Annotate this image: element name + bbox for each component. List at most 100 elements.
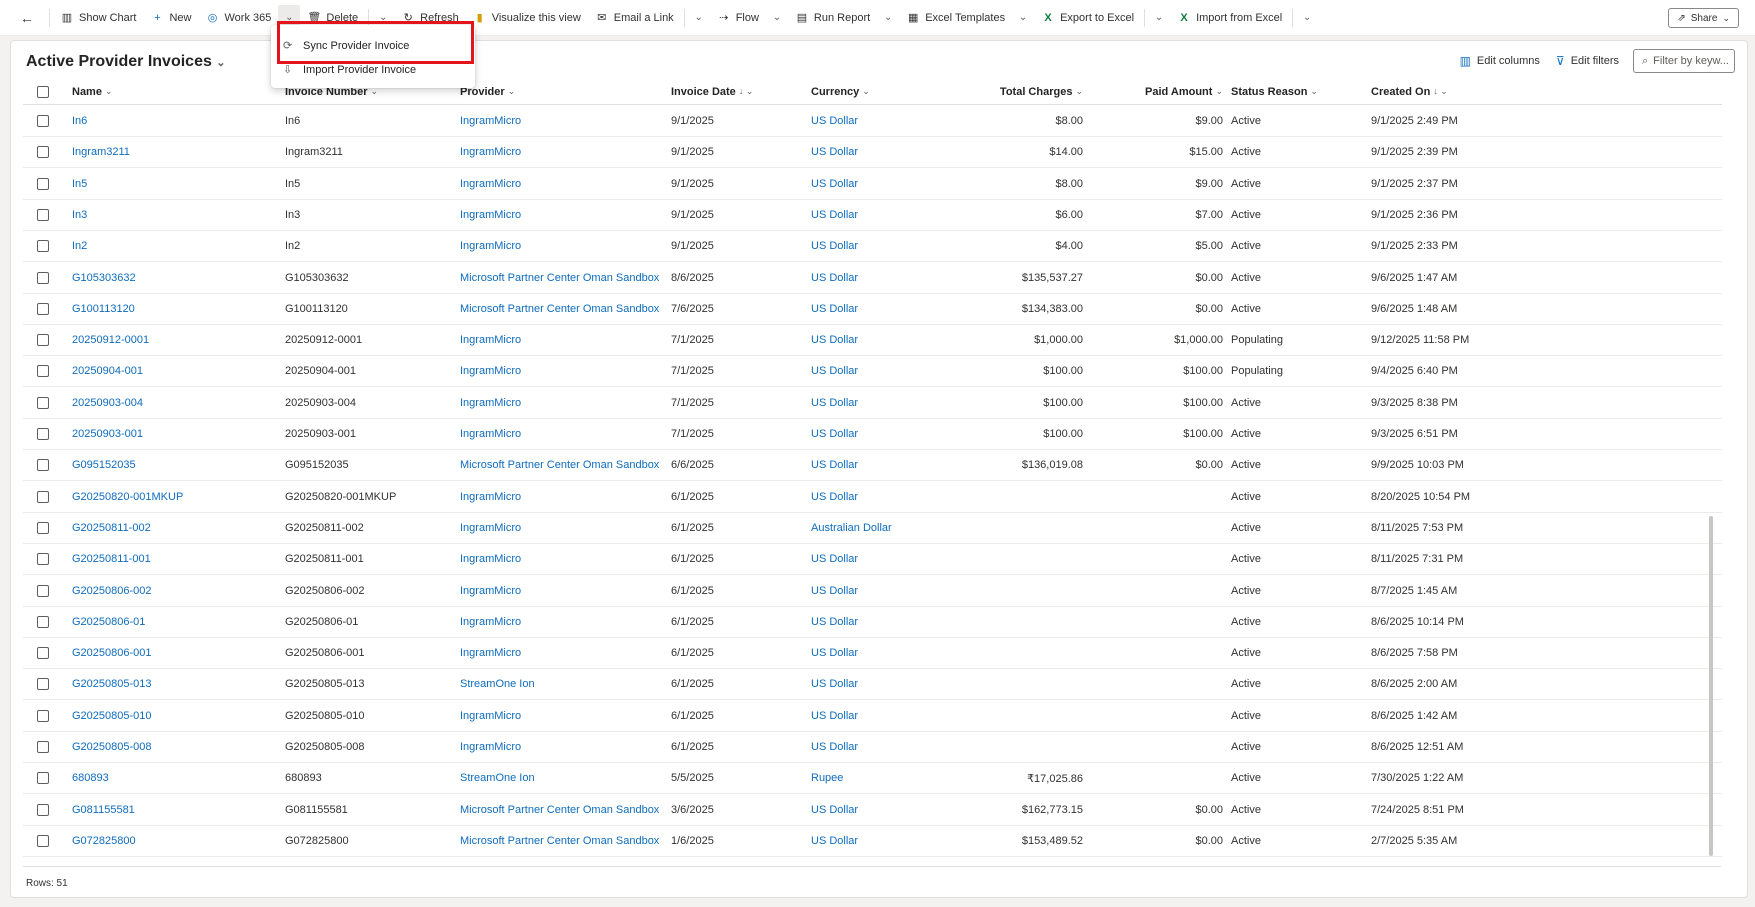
table-row[interactable]: G095152035 G095152035 Microsoft Partner Ce… (23, 450, 1722, 482)
row-checkbox[interactable] (37, 834, 49, 847)
row-checkbox[interactable] (37, 678, 49, 691)
table-row[interactable]: 20250904-001 20250904-001 IngramMicro 7/1/2… (23, 356, 1722, 388)
run-report-button[interactable]: ▤ Run Report (788, 4, 877, 32)
name-cell[interactable]: 20250903-004 (72, 388, 143, 418)
table-row[interactable]: G20250805-010 G20250805-010 IngramMicro 6/1… (23, 701, 1722, 732)
row-checkbox[interactable] (37, 146, 49, 159)
table-row[interactable]: G20250806-002 G20250806-002 IngramMicro 6/1… (23, 576, 1722, 607)
table-row[interactable]: 20250903-001 20250903-001 IngramMicro 7/1/2… (23, 419, 1722, 450)
row-checkbox[interactable] (37, 647, 49, 660)
provider-cell[interactable]: IngramMicro (460, 701, 521, 731)
currency-cell[interactable]: US Dollar (811, 137, 858, 167)
name-cell[interactable]: G20250806-001 (72, 638, 152, 668)
provider-cell[interactable]: IngramMicro (460, 544, 521, 574)
currency-cell[interactable]: US Dollar (811, 419, 858, 449)
email-link-button[interactable]: ✉ Email a Link (588, 4, 681, 32)
provider-cell[interactable]: StreamOne Ion (460, 669, 535, 699)
back-arrow-icon[interactable]: ← (20, 10, 40, 26)
name-cell[interactable]: G20250820-001MKUP (72, 482, 183, 512)
column-header-created-on[interactable]: Created On ↓ ⌄ (1371, 79, 1448, 104)
more-commands-chevron-down-icon[interactable]: ⌄ (1296, 12, 1318, 23)
currency-cell[interactable]: US Dollar (811, 450, 858, 480)
name-cell[interactable]: In2 (72, 231, 87, 261)
row-checkbox[interactable] (37, 365, 49, 378)
name-cell[interactable]: G105303632 (72, 263, 136, 293)
column-header-status-reason[interactable]: Status Reason ⌄ (1231, 79, 1318, 104)
excel-templates-chevron-down-icon[interactable]: ⌄ (1012, 12, 1034, 23)
name-cell[interactable]: G072825800 (72, 826, 136, 856)
name-cell[interactable]: G20250811-002 (72, 513, 151, 543)
table-row[interactable]: 20250903-004 20250903-004 IngramMicro 7/1/2… (23, 388, 1722, 419)
row-checkbox[interactable] (37, 271, 49, 284)
provider-cell[interactable]: IngramMicro (460, 482, 521, 512)
table-row[interactable]: G20250806-001 G20250806-001 IngramMicro 6/1… (23, 638, 1722, 670)
table-row[interactable]: G100113120 G100113120 Microsoft Partner Ce… (23, 294, 1722, 325)
name-cell[interactable]: G20250805-010 (72, 701, 152, 731)
name-cell[interactable]: G20250811-001 (72, 544, 151, 574)
name-cell[interactable]: In6 (72, 106, 87, 136)
name-cell[interactable]: 20250904-001 (72, 356, 143, 386)
row-checkbox[interactable] (37, 240, 49, 253)
provider-cell[interactable]: Microsoft Partner Center Oman Sandbox (460, 263, 659, 293)
provider-cell[interactable]: IngramMicro (460, 200, 521, 230)
new-button[interactable]: + New (143, 4, 198, 32)
table-row[interactable]: G20250811-002 G20250811-002 IngramMicro 6/1… (23, 513, 1722, 544)
currency-cell[interactable]: US Dollar (811, 325, 858, 355)
currency-cell[interactable]: US Dollar (811, 388, 858, 418)
currency-cell[interactable]: US Dollar (811, 544, 858, 574)
currency-cell[interactable]: US Dollar (811, 356, 858, 386)
row-checkbox[interactable] (37, 208, 49, 221)
export-chevron-down-icon[interactable]: ⌄ (1148, 12, 1170, 23)
flow-chevron-down-icon[interactable]: ⌄ (766, 12, 788, 23)
work365-button[interactable]: ◎ Work 365 (199, 4, 279, 32)
currency-cell[interactable]: US Dollar (811, 607, 858, 637)
provider-cell[interactable]: IngramMicro (460, 325, 521, 355)
show-chart-button[interactable]: ▥ Show Chart (53, 4, 143, 32)
currency-cell[interactable]: US Dollar (811, 200, 858, 230)
currency-cell[interactable]: Rupee (811, 763, 843, 793)
visualize-view-button[interactable]: ▮ Visualize this view (466, 4, 588, 32)
provider-cell[interactable]: IngramMicro (460, 513, 521, 543)
column-header-name[interactable]: Name ⌄ (72, 79, 113, 104)
row-checkbox[interactable] (37, 177, 49, 190)
name-cell[interactable]: G20250806-01 (72, 607, 145, 637)
table-row[interactable]: 680893 680893 StreamOne Ion 5/5/2025 Rupee ₹1… (23, 763, 1722, 795)
provider-cell[interactable]: Microsoft Partner Center Oman Sandbox (460, 795, 659, 825)
row-checkbox[interactable] (37, 615, 49, 628)
provider-cell[interactable]: IngramMicro (460, 638, 521, 668)
name-cell[interactable]: 680893 (72, 763, 109, 793)
name-cell[interactable]: G20250805-013 (72, 669, 152, 699)
row-checkbox[interactable] (37, 115, 49, 127)
edit-filters-button[interactable]: ⊽ Edit filters (1556, 54, 1619, 68)
table-row[interactable]: In2 In2 IngramMicro 9/1/2025 US Dollar $4.00 $… (23, 231, 1722, 263)
column-header-paid-amount[interactable]: Paid Amount ⌄ (1093, 79, 1223, 104)
name-cell[interactable]: G20250806-002 (72, 576, 152, 606)
currency-cell[interactable]: US Dollar (811, 169, 858, 199)
table-row[interactable]: Ingram3211 Ingram3211 IngramMicro 9/1/2025 U… (23, 137, 1722, 169)
name-cell[interactable]: In3 (72, 200, 87, 230)
run-report-chevron-down-icon[interactable]: ⌄ (877, 12, 899, 23)
table-row[interactable]: G20250806-01 G20250806-01 IngramMicro 6/1/2… (23, 607, 1722, 638)
row-checkbox[interactable] (37, 741, 49, 753)
table-row[interactable]: G072825800 G072825800 Microsoft Partner Ce… (23, 826, 1722, 857)
table-row[interactable]: G105303632 G105303632 Microsoft Partner Ce… (23, 263, 1722, 294)
name-cell[interactable]: G20250805-008 (72, 732, 152, 762)
name-cell[interactable]: 20250903-001 (72, 419, 143, 449)
name-cell[interactable]: Ingram3211 (72, 137, 130, 167)
row-checkbox[interactable] (37, 584, 49, 597)
currency-cell[interactable]: Australian Dollar (811, 513, 892, 543)
currency-cell[interactable]: US Dollar (811, 576, 858, 606)
table-row[interactable]: G20250820-001MKUP G20250820-001MKUP Ingram… (23, 482, 1722, 513)
currency-cell[interactable]: US Dollar (811, 701, 858, 731)
provider-cell[interactable]: IngramMicro (460, 106, 521, 136)
currency-cell[interactable]: US Dollar (811, 482, 858, 512)
excel-templates-button[interactable]: ▦ Excel Templates (899, 4, 1012, 32)
currency-cell[interactable]: US Dollar (811, 263, 858, 293)
table-row[interactable]: G20250811-001 G20250811-001 IngramMicro 6/1… (23, 544, 1722, 576)
export-excel-button[interactable]: X Export to Excel (1034, 4, 1141, 32)
row-checkbox[interactable] (37, 334, 49, 347)
provider-cell[interactable]: IngramMicro (460, 419, 521, 449)
table-row[interactable]: In6 In6 IngramMicro 9/1/2025 US Dollar $8.00 $… (23, 106, 1722, 137)
row-checkbox[interactable] (37, 553, 49, 566)
provider-cell[interactable]: IngramMicro (460, 169, 521, 199)
